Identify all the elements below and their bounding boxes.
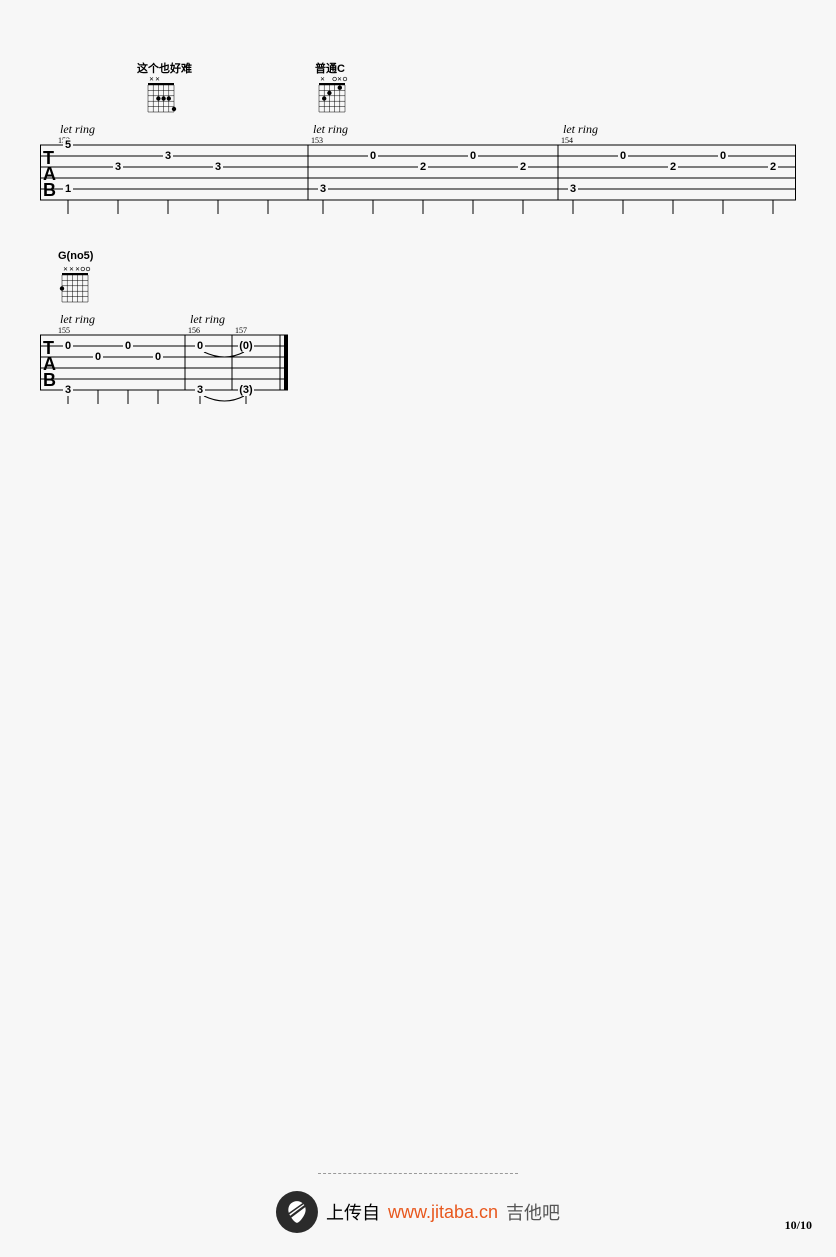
tab-staff bbox=[40, 144, 796, 214]
tab-fret: 2 bbox=[768, 161, 778, 173]
let-ring-label: let ring bbox=[60, 312, 95, 327]
tab-fret: 0 bbox=[468, 150, 478, 162]
svg-text:✕: ✕ bbox=[63, 267, 68, 273]
tab-fret: 1 bbox=[63, 183, 73, 195]
tab-system-1: 这个也好难 ✕✕ 普通C ✕ ✕ bbox=[40, 70, 796, 230]
tab-fret: 0 bbox=[153, 351, 163, 363]
svg-text:✕: ✕ bbox=[69, 267, 74, 273]
tab-fret: 3 bbox=[163, 150, 173, 162]
page: 这个也好难 ✕✕ 普通C ✕ ✕ bbox=[0, 0, 836, 1257]
tab-fret: 3 bbox=[113, 161, 123, 173]
svg-text:✕: ✕ bbox=[337, 77, 342, 83]
footer-upload-label: 上传自 bbox=[326, 1199, 380, 1225]
footer-url: www.jitaba.cn bbox=[388, 1202, 498, 1223]
tab-fret: 3 bbox=[63, 384, 73, 396]
let-ring-label: let ring bbox=[190, 312, 225, 327]
tab-fret: 0 bbox=[368, 150, 378, 162]
tab-fret-ghost: (3) bbox=[238, 384, 254, 396]
tab-system-2: G(no5) ✕✕✕ let ring let ring 155 156 157 bbox=[40, 260, 300, 440]
tab-fret: 0 bbox=[195, 340, 205, 352]
svg-text:✕: ✕ bbox=[149, 77, 154, 83]
let-ring-label: let ring bbox=[563, 122, 598, 137]
tab-fret: 3 bbox=[195, 384, 205, 396]
let-ring-label: let ring bbox=[60, 122, 95, 137]
chord-diagram-2: ✕ ✕ bbox=[315, 74, 349, 114]
chord-diagram-3: ✕✕✕ bbox=[58, 264, 92, 304]
tab-fret: 2 bbox=[518, 161, 528, 173]
footer-separator bbox=[318, 1173, 518, 1174]
tab-fret: 2 bbox=[668, 161, 678, 173]
let-ring-label: let ring bbox=[313, 122, 348, 137]
tab-fret-ghost: (0) bbox=[238, 340, 254, 352]
tab-fret: 3 bbox=[213, 161, 223, 173]
tab-fret: 0 bbox=[63, 340, 73, 352]
tab-clef: TAB bbox=[43, 340, 56, 388]
chord-name: G(no5) bbox=[58, 250, 93, 262]
svg-text:✕: ✕ bbox=[75, 267, 80, 273]
page-number: 10/10 bbox=[785, 1218, 812, 1233]
footer-brand: 吉他吧 bbox=[506, 1199, 560, 1225]
tab-fret: 0 bbox=[93, 351, 103, 363]
tab-fret: 0 bbox=[618, 150, 628, 162]
tab-clef: TAB bbox=[43, 150, 56, 198]
tab-fret: 3 bbox=[318, 183, 328, 195]
tab-fret: 0 bbox=[123, 340, 133, 352]
svg-text:✕: ✕ bbox=[155, 77, 160, 83]
tab-staff bbox=[40, 334, 300, 424]
tab-fret: 5 bbox=[63, 139, 73, 151]
svg-text:✕: ✕ bbox=[320, 77, 325, 83]
footer: 上传自 www.jitaba.cn 吉他吧 bbox=[0, 1173, 836, 1243]
guitar-pick-icon bbox=[276, 1191, 318, 1233]
tab-fret: 0 bbox=[718, 150, 728, 162]
chord-diagram-1: ✕✕ bbox=[144, 74, 178, 114]
tab-fret: 2 bbox=[418, 161, 428, 173]
tab-fret: 3 bbox=[568, 183, 578, 195]
